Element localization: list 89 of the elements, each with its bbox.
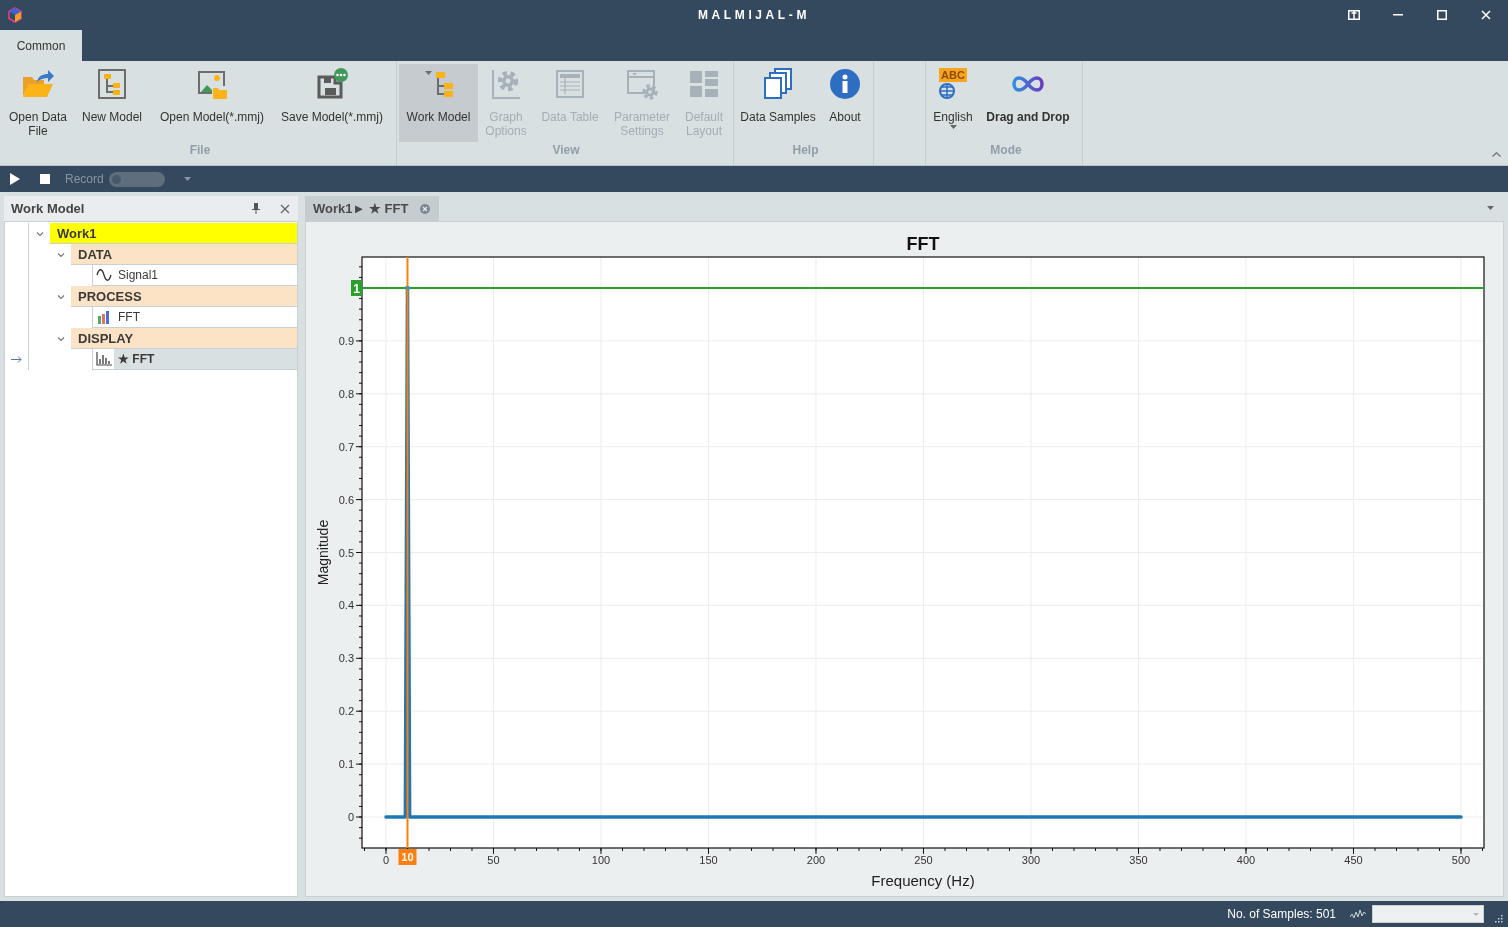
- x-tick-label: 200: [806, 854, 826, 866]
- chevron-icon[interactable]: [56, 250, 65, 259]
- y-tick-label: 0.4: [338, 599, 354, 612]
- globe-icon: [938, 83, 956, 99]
- language-tag: ABC: [939, 68, 967, 82]
- tree-item[interactable]: ★ FFT: [114, 349, 297, 370]
- selector-field[interactable]: [1372, 905, 1484, 923]
- ribbon-button[interactable]: Work Model: [399, 64, 478, 142]
- record-label: Record: [65, 172, 104, 186]
- y-tick-label: 0.1: [338, 758, 354, 771]
- ribbon-button[interactable]: Data Samples: [738, 64, 818, 142]
- save-disk-icon: [316, 68, 348, 100]
- ribbon-group-label: View: [551, 142, 581, 158]
- ribbon-group-label: File: [188, 142, 212, 158]
- y-tick-label: 0.7: [338, 440, 354, 453]
- y-tick-label: 0.5: [338, 546, 354, 559]
- bar-chart-icon: [95, 352, 112, 366]
- ribbon-button[interactable]: New Model: [72, 64, 152, 142]
- ribbon-button[interactable]: Open Data File: [4, 64, 72, 142]
- tree-item[interactable]: DISPLAY: [71, 328, 297, 349]
- stacked-pages-icon: [762, 68, 794, 100]
- play-icon[interactable]: [10, 173, 20, 185]
- chevron-icon[interactable]: [56, 292, 65, 301]
- app-logo-icon: [7, 7, 23, 23]
- waveform-icon[interactable]: [1350, 909, 1366, 919]
- close-icon[interactable]: [280, 203, 290, 214]
- table-icon: [554, 68, 586, 100]
- tree-document-icon: [96, 68, 128, 100]
- ribbon-button[interactable]: Open Model(*.mmj): [152, 64, 272, 142]
- ribbon-button[interactable]: Drag and Drop: [976, 64, 1080, 142]
- cursor-value-tag: 1: [351, 280, 362, 296]
- y-tick-label: 0.3: [338, 652, 354, 665]
- tab-menu-caret-icon[interactable]: [1487, 206, 1494, 210]
- x-tick-label: 350: [1129, 854, 1148, 866]
- y-tick-label: 0.9: [338, 334, 354, 347]
- ribbon-group-label: Mode: [989, 142, 1023, 158]
- window-title: MALMIJAL-M: [698, 8, 810, 22]
- panel-title: Work Model: [11, 201, 86, 216]
- picture-folder-icon: [196, 68, 228, 100]
- chevron-icon[interactable]: [56, 334, 65, 343]
- chart-title: FFT: [906, 234, 940, 254]
- x-axis-title: Frequency (Hz): [871, 872, 975, 889]
- y-axis-title: Magnitude: [314, 519, 331, 586]
- tree-item[interactable]: PROCESS: [71, 286, 297, 307]
- sample-count: No. of Samples: 501: [1227, 907, 1336, 921]
- x-tick-label: 50: [487, 854, 500, 866]
- x-tick-label: 500: [1451, 854, 1471, 866]
- ribbon-button[interactable]: About: [818, 64, 872, 142]
- cursor-marker-icon: [405, 286, 410, 290]
- chart-gear-icon: [490, 68, 522, 100]
- document-tab[interactable]: Work1► ★ FFT: [305, 196, 440, 221]
- minimize-icon[interactable]: [1393, 14, 1403, 16]
- sine-wave-icon: [95, 268, 112, 282]
- tree-item[interactable]: Work1: [50, 223, 297, 244]
- window-gear-icon: [626, 68, 658, 100]
- x-tick-label: 100: [591, 854, 611, 866]
- collapse-ribbon-icon[interactable]: [1492, 152, 1501, 157]
- x-tick-label: 450: [1344, 854, 1363, 866]
- cursor-value-tag: 10: [398, 849, 417, 865]
- y-tick-label: 0.8: [338, 387, 354, 400]
- current-row-arrow-icon: [11, 356, 22, 363]
- y-tick-label: 0: [347, 811, 354, 823]
- info-icon: [829, 68, 861, 100]
- grid-layout-icon: [688, 68, 720, 100]
- y-tick-label: 0.6: [338, 493, 354, 506]
- resize-grip-icon[interactable]: [1495, 915, 1503, 923]
- x-tick-label: 400: [1236, 854, 1256, 866]
- open-folder-icon: [22, 68, 54, 100]
- x-tick-label: 150: [699, 854, 718, 866]
- maximize-icon[interactable]: [1437, 10, 1447, 20]
- chevron-icon[interactable]: [35, 229, 44, 238]
- cursor-line[interactable]: [406, 256, 409, 849]
- tree-hierarchy-icon: [422, 68, 455, 100]
- dropdown-caret-icon: [1473, 912, 1479, 916]
- x-tick-label: 300: [1021, 854, 1041, 866]
- ribbon-button[interactable]: Save Model(*.mmj): [272, 64, 392, 142]
- x-tick-label: 250: [914, 854, 933, 866]
- pin-icon[interactable]: [252, 203, 260, 214]
- ribbon-tab[interactable]: Common: [0, 30, 82, 61]
- window-layout-icon[interactable]: [1348, 10, 1360, 20]
- y-tick-label: 0.2: [338, 705, 354, 718]
- x-tick-label: 0: [382, 854, 390, 866]
- tree-item[interactable]: DATA: [71, 244, 297, 265]
- ribbon-button[interactable]: ABC English: [930, 64, 976, 142]
- record-toggle[interactable]: [108, 171, 165, 187]
- ribbon-group-label: Help: [791, 142, 820, 158]
- bar-chart-icon: [96, 310, 111, 324]
- dropdown-caret-icon[interactable]: [183, 177, 191, 181]
- close-tab-icon[interactable]: [420, 203, 431, 214]
